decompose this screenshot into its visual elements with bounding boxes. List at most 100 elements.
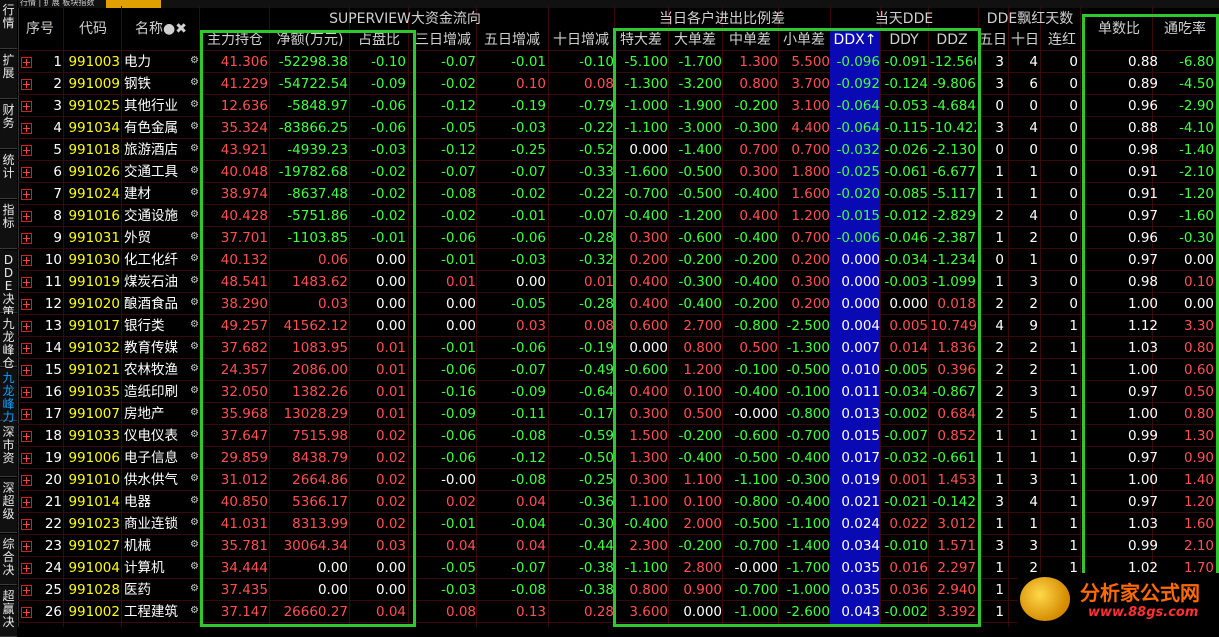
gear-icon[interactable]: ⚙	[190, 319, 199, 330]
cell-s3: 0.00	[445, 296, 476, 312]
cell-d10: 2	[1029, 362, 1038, 378]
cell-d10: 0	[1029, 98, 1038, 114]
sidebar-tab-2[interactable]: 财务	[0, 100, 17, 149]
cell-code: 991019	[68, 274, 120, 290]
cell-s10: -0.28	[579, 230, 614, 246]
cell-s5: -0.08	[511, 582, 546, 598]
cell-code: 991002	[68, 604, 120, 620]
cell-seq: 9	[53, 230, 62, 246]
cell-s3: -0.01	[441, 516, 476, 532]
cell-s10: 0.08	[583, 76, 614, 92]
column-header-s5[interactable]: 五日增减	[476, 29, 548, 51]
cell-d10: 6	[1029, 76, 1038, 92]
logo-emblem-icon	[1020, 577, 1070, 621]
cell-d10: 4	[1029, 120, 1038, 136]
cell-d10: 3	[1029, 472, 1038, 488]
cell-s5: -0.03	[511, 252, 546, 268]
gear-icon[interactable]: ⚙	[190, 209, 199, 220]
gear-icon[interactable]: ⚙	[190, 451, 199, 462]
cell-s5: 0.03	[515, 318, 546, 334]
cell-seq: 6	[53, 164, 62, 180]
cell-s3: -0.02	[441, 76, 476, 92]
gear-icon[interactable]: ⚙	[190, 429, 199, 440]
cell-seq: 24	[44, 560, 62, 576]
cell-s5: -0.07	[511, 164, 546, 180]
cell-seq: 16	[44, 384, 62, 400]
sidebar-tab-0[interactable]: 行情	[0, 0, 17, 49]
cell-d5: 1	[995, 450, 1004, 466]
gear-icon[interactable]: ⚙	[190, 253, 199, 264]
cell-code: 991004	[68, 560, 120, 576]
column-header-lh[interactable]: 连红	[1044, 29, 1080, 51]
gear-icon[interactable]: ⚙	[190, 297, 199, 308]
cell-s3: -0.09	[441, 406, 476, 422]
sidebar-tab-1[interactable]: 扩展	[0, 50, 17, 99]
cell-s10: -0.28	[579, 296, 614, 312]
gear-icon[interactable]: ⚙	[190, 605, 199, 616]
logo-url: www.88gs.com	[1088, 605, 1199, 620]
sidebar-tab-5[interactable]: DDE决策	[0, 250, 17, 319]
cell-seq: 7	[53, 186, 62, 202]
sidebar-tab-4[interactable]: 指标	[0, 200, 17, 249]
sidebar-tab-11[interactable]: 超赢决	[0, 586, 17, 637]
logo-title: 分析家公式网	[1080, 581, 1200, 605]
gear-icon[interactable]: ⚙	[190, 385, 199, 396]
sidebar-tab-char: 情	[2, 16, 15, 30]
cell-code: 991034	[68, 120, 120, 136]
column-header-name[interactable]: 名称●✖	[122, 18, 200, 40]
column-header-s3[interactable]: 三日增减	[410, 29, 476, 51]
gear-icon[interactable]: ⚙	[190, 561, 199, 572]
gear-icon[interactable]: ⚙	[190, 121, 199, 132]
gear-icon[interactable]: ⚙	[190, 341, 199, 352]
gear-icon[interactable]: ⚙	[190, 187, 199, 198]
gear-icon[interactable]: ⚙	[190, 583, 199, 594]
column-header-seq[interactable]: 序号	[18, 18, 62, 40]
gear-icon[interactable]: ⚙	[190, 165, 199, 176]
gear-icon[interactable]: ⚙	[190, 77, 199, 88]
sidebar-tab-3[interactable]: 统计	[0, 150, 17, 199]
cell-d5: 0	[995, 98, 1004, 114]
cell-d5: 1	[995, 186, 1004, 202]
column-header-d10[interactable]: 十日	[1010, 29, 1040, 51]
cell-seq: 26	[44, 604, 62, 620]
cell-s10: -0.10	[579, 54, 614, 70]
gear-icon[interactable]: ⚙	[190, 275, 199, 286]
gear-icon[interactable]: ⚙	[190, 473, 199, 484]
cell-seq: 2	[53, 76, 62, 92]
cell-s5: -0.11	[511, 406, 546, 422]
column-header-s10[interactable]: 十日增减	[548, 29, 614, 51]
gear-icon[interactable]: ⚙	[190, 517, 199, 528]
sidebar-tab-7[interactable]: 九龙峰力	[0, 368, 17, 424]
sidebar-tab-10[interactable]: 综合决	[0, 534, 17, 585]
cell-s5: -0.09	[511, 384, 546, 400]
cell-s5: -0.02	[511, 186, 546, 202]
cell-seq: 11	[44, 274, 62, 290]
gear-icon[interactable]: ⚙	[190, 407, 199, 418]
gear-icon[interactable]: ⚙	[190, 143, 199, 154]
sidebar-tab-9[interactable]: 深超级	[0, 478, 17, 533]
cell-s10: -0.38	[579, 560, 614, 576]
gear-icon[interactable]: ⚙	[190, 495, 199, 506]
column-header-d5[interactable]: 五日	[978, 29, 1008, 51]
cell-s5: -0.01	[511, 208, 546, 224]
cell-code: 991003	[68, 54, 120, 70]
cell-s5: -0.06	[511, 340, 546, 356]
cell-lh: 1	[1069, 450, 1078, 466]
cell-d10: 5	[1029, 406, 1038, 422]
gear-icon[interactable]: ⚙	[190, 99, 199, 110]
gear-icon[interactable]: ⚙	[190, 539, 199, 550]
gear-icon[interactable]: ⚙	[190, 363, 199, 374]
cell-code: 991007	[68, 406, 120, 422]
cell-seq: 4	[53, 120, 62, 136]
cell-seq: 25	[44, 582, 62, 598]
cell-d10: 3	[1029, 384, 1038, 400]
column-header-code[interactable]: 代码	[64, 18, 122, 40]
sidebar-tab-8[interactable]: 深市资	[0, 422, 17, 477]
cell-d10: 4	[1029, 208, 1038, 224]
cell-s3: 0.02	[445, 494, 476, 510]
cell-seq: 8	[53, 208, 62, 224]
cell-s5: 0.04	[515, 538, 546, 554]
gear-icon[interactable]: ⚙	[190, 231, 199, 242]
gear-icon[interactable]: ⚙	[190, 55, 199, 66]
sidebar-tab-6[interactable]: 九龙峰仓	[0, 314, 17, 370]
